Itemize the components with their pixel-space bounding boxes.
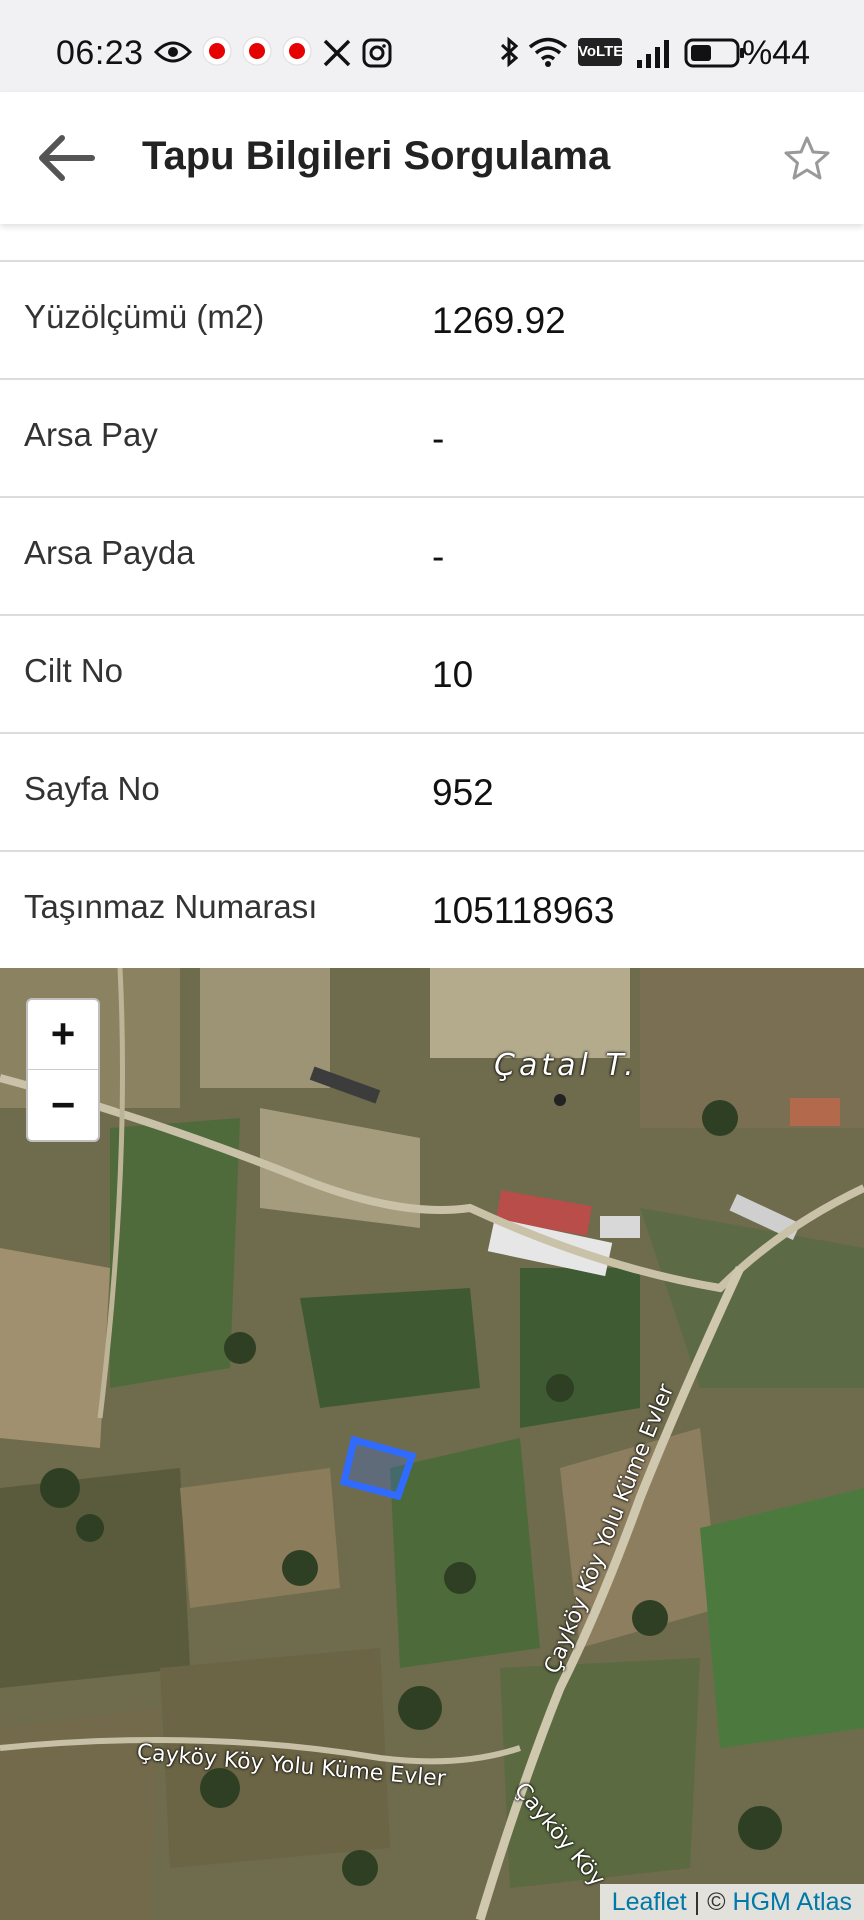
map-view[interactable]: Çatal T. Çayköy Köy Yolu Küme Evler Çayk… xyxy=(0,968,864,1920)
table-row: Sayfa No 952 xyxy=(0,734,864,852)
vodafone-icon xyxy=(202,36,232,66)
place-label: Çatal T. xyxy=(494,1048,638,1083)
zoom-out-button[interactable]: − xyxy=(28,1071,98,1141)
wifi-icon xyxy=(528,37,568,67)
parcel-info-table: Yüzölçümü (m2) 1269.92 Arsa Pay - Arsa P… xyxy=(0,260,864,970)
row-value: 10 xyxy=(432,654,474,695)
status-bar: 06:23 VoLTE %44 xyxy=(0,0,864,92)
page-title: Tapu Bilgileri Sorgulama xyxy=(142,134,611,178)
row-value: 952 xyxy=(432,772,494,813)
vodafone-icon xyxy=(242,36,272,66)
row-label: Arsa Pay xyxy=(24,416,158,453)
star-outline-icon[interactable] xyxy=(782,134,832,184)
row-value: - xyxy=(432,536,445,577)
attribution-separator: | © xyxy=(686,1888,733,1916)
zoom-in-button[interactable]: + xyxy=(28,1000,98,1070)
battery-percent: %44 xyxy=(741,34,810,72)
row-label: Cilt No xyxy=(24,652,124,689)
signal-icon xyxy=(637,40,669,68)
table-row: Cilt No 10 xyxy=(0,616,864,734)
arrow-left-icon[interactable] xyxy=(36,132,96,184)
row-value: - xyxy=(432,418,445,459)
row-label: Taşınmaz Numarası xyxy=(24,888,318,925)
table-row: Taşınmaz Numarası 105118963 xyxy=(0,852,864,970)
volte-icon: VoLTE xyxy=(578,38,623,66)
row-label: Sayfa No xyxy=(24,770,160,807)
hgm-atlas-link[interactable]: HGM Atlas xyxy=(733,1888,852,1916)
eye-icon xyxy=(154,41,192,63)
row-value: 105118963 xyxy=(432,890,615,931)
battery-icon xyxy=(684,38,744,68)
vodafone-icon xyxy=(282,36,312,66)
instagram-icon xyxy=(362,38,392,68)
row-label: Arsa Payda xyxy=(24,534,195,571)
zoom-control: + − xyxy=(26,998,100,1142)
bluetooth-icon xyxy=(500,36,519,68)
table-row: Yüzölçümü (m2) 1269.92 xyxy=(0,262,864,380)
x-icon xyxy=(323,39,351,67)
map-attribution: Leaflet | © HGM Atlas xyxy=(599,1884,864,1920)
table-row: Arsa Payda - xyxy=(0,498,864,616)
table-row: Arsa Pay - xyxy=(0,380,864,498)
row-label: Yüzölçümü (m2) xyxy=(24,298,265,335)
app-bar: Tapu Bilgileri Sorgulama xyxy=(0,92,864,224)
status-time: 06:23 xyxy=(56,34,144,72)
leaflet-link[interactable]: Leaflet xyxy=(612,1888,687,1916)
row-value: 1269.92 xyxy=(432,300,566,341)
